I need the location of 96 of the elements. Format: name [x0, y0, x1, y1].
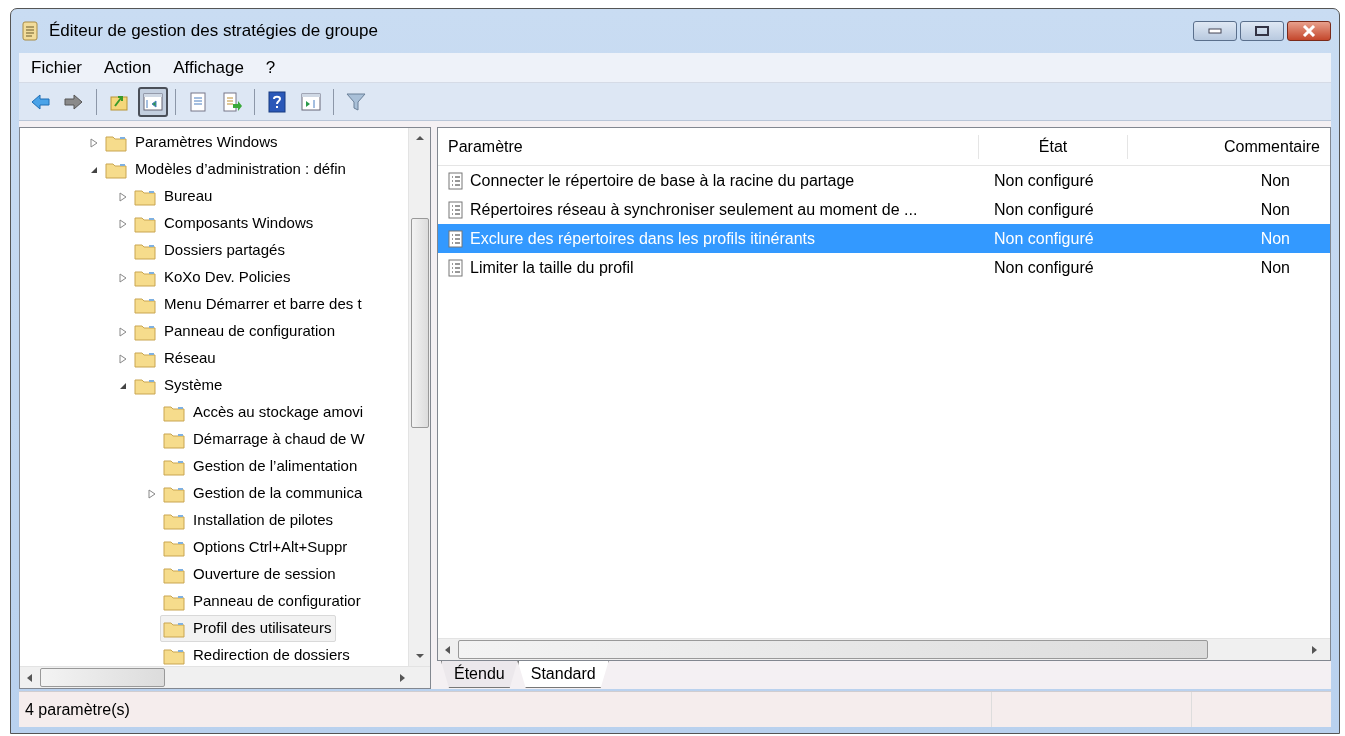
folder-icon — [134, 376, 156, 395]
table-cell-text: Non configuré — [994, 170, 1094, 191]
table-row[interactable]: Limiter la taille du profil — [438, 253, 978, 282]
toolbar-button[interactable] — [138, 86, 168, 117]
folder-icon — [163, 484, 185, 503]
table-cell-text: Connecter le répertoire de base à la racine du partage — [470, 170, 855, 191]
tree-item[interactable]: Ouverture de session — [160, 561, 341, 588]
table-cell-text: Non — [1260, 257, 1290, 278]
table-cell-text: Non configuré — [994, 199, 1094, 220]
tree-item[interactable]: Panneau de configuratior — [160, 588, 366, 615]
collapse-arrow-icon[interactable] — [90, 165, 98, 174]
expand-arrow-icon[interactable] — [119, 353, 127, 364]
table-cell-text: Non configuré — [994, 257, 1094, 278]
table-cell-text: Limiter la taille du profil — [470, 257, 634, 278]
expand-arrow-icon[interactable] — [119, 326, 127, 337]
tree-item[interactable]: Composants Windows — [131, 210, 319, 237]
folder-icon — [134, 295, 156, 314]
tree-item[interactable]: Installation de pilotes — [160, 507, 339, 534]
menu-item[interactable]: Fichier — [23, 52, 90, 83]
folder-icon — [163, 430, 185, 449]
menu-item[interactable]: Action — [96, 52, 160, 83]
folder-icon — [105, 133, 127, 152]
minimize-icon — [1208, 28, 1222, 34]
folder-icon — [134, 187, 156, 206]
tree-item[interactable]: Profil des utilisateurs — [160, 615, 337, 642]
window-pane-icon — [142, 90, 164, 113]
expand-arrow-icon[interactable] — [119, 272, 127, 283]
table-cell-text: Non — [1260, 228, 1290, 249]
folder-icon — [134, 241, 156, 260]
tree-item[interactable]: Paramètres Windows — [102, 129, 283, 156]
tree-item[interactable]: Accès au stockage amovi — [160, 399, 369, 426]
table-cell-text: Non configuré — [994, 228, 1094, 249]
close-icon — [1302, 25, 1316, 37]
scroll-icon — [19, 20, 41, 42]
close-button[interactable] — [1287, 21, 1331, 41]
tree-item[interactable]: Menu Démarrer et barre des t — [131, 291, 367, 318]
expand-arrow-icon[interactable] — [119, 218, 127, 229]
folder-icon — [163, 511, 185, 530]
folder-icon — [163, 646, 185, 665]
folder-icon — [134, 322, 156, 341]
column-header[interactable]: État — [978, 134, 1128, 159]
folder-icon — [163, 592, 185, 611]
menu-item[interactable]: ? — [257, 52, 284, 83]
table-cell-text: Exclure des répertoires dans les profils itinérants — [470, 228, 816, 249]
collapse-arrow-icon[interactable] — [119, 381, 127, 390]
horizontal-scrollbar[interactable] — [20, 666, 430, 688]
tree-item[interactable]: Panneau de configuration — [131, 318, 340, 345]
folder-icon — [134, 268, 156, 287]
document-icon — [448, 200, 464, 219]
tree-item[interactable]: Modèles d’administration : défin — [102, 156, 351, 183]
folder-icon — [163, 565, 185, 584]
folder-icon — [163, 619, 185, 638]
table-cell-text: Non — [1260, 170, 1290, 191]
view-tab[interactable]: Étendu — [441, 661, 518, 688]
table-row[interactable]: Répertoires réseau à synchroniser seulement au moment de ... — [438, 195, 978, 224]
export-list-icon — [221, 90, 243, 113]
table-row[interactable]: Connecter le répertoire de base à la racine du partage — [438, 166, 978, 195]
view-tab[interactable]: Standard — [517, 661, 609, 688]
tree-item[interactable]: Bureau — [131, 183, 218, 210]
tree-item[interactable]: Options Ctrl+Alt+Suppr — [160, 534, 353, 561]
folder-icon — [163, 538, 185, 557]
tree-item[interactable]: Dossiers partagés — [131, 237, 290, 264]
tree-item[interactable]: Redirection de dossiers — [160, 642, 355, 666]
tree-item[interactable]: Système — [131, 372, 228, 399]
folder-icon — [163, 457, 185, 476]
filter-icon — [345, 90, 367, 113]
maximize-icon — [1255, 26, 1269, 36]
document-icon — [448, 229, 464, 248]
folder-icon — [134, 349, 156, 368]
help-icon — [266, 90, 288, 113]
horizontal-scrollbar[interactable] — [438, 638, 1330, 660]
document-icon — [448, 171, 464, 190]
folder-icon — [105, 160, 127, 179]
maximize-button[interactable] — [1240, 21, 1284, 41]
window-title: Éditeur de gestion des stratégies de groupe — [49, 20, 378, 43]
folder-icon — [134, 214, 156, 233]
folder-icon — [163, 403, 185, 422]
table-cell-text: Non — [1260, 199, 1290, 220]
menu-item[interactable]: Affichage — [165, 52, 252, 83]
expand-arrow-icon[interactable] — [148, 488, 156, 499]
table-cell-text: Répertoires réseau à synchroniser seulement au moment de ... — [470, 199, 918, 220]
tree-item[interactable]: Réseau — [131, 345, 221, 372]
expand-arrow-icon[interactable] — [90, 137, 98, 148]
document-icon — [448, 258, 464, 277]
expand-arrow-icon[interactable] — [119, 191, 127, 202]
status-text: 4 paramètre(s) — [24, 699, 130, 720]
window-pane-icon — [300, 90, 322, 113]
tree-item[interactable]: KoXo Dev. Policies — [131, 264, 296, 291]
tree-item[interactable]: Gestion de l’alimentation — [160, 453, 363, 480]
column-header[interactable]: Commentaire — [1213, 134, 1330, 159]
minimize-button[interactable] — [1193, 21, 1237, 41]
vertical-scrollbar[interactable] — [408, 128, 430, 666]
tree-item[interactable]: Gestion de la communica — [160, 480, 368, 507]
document-list-icon — [187, 90, 209, 113]
column-header[interactable]: Paramètre — [438, 134, 978, 159]
tree-item[interactable]: Démarrage à chaud de W — [160, 426, 370, 453]
